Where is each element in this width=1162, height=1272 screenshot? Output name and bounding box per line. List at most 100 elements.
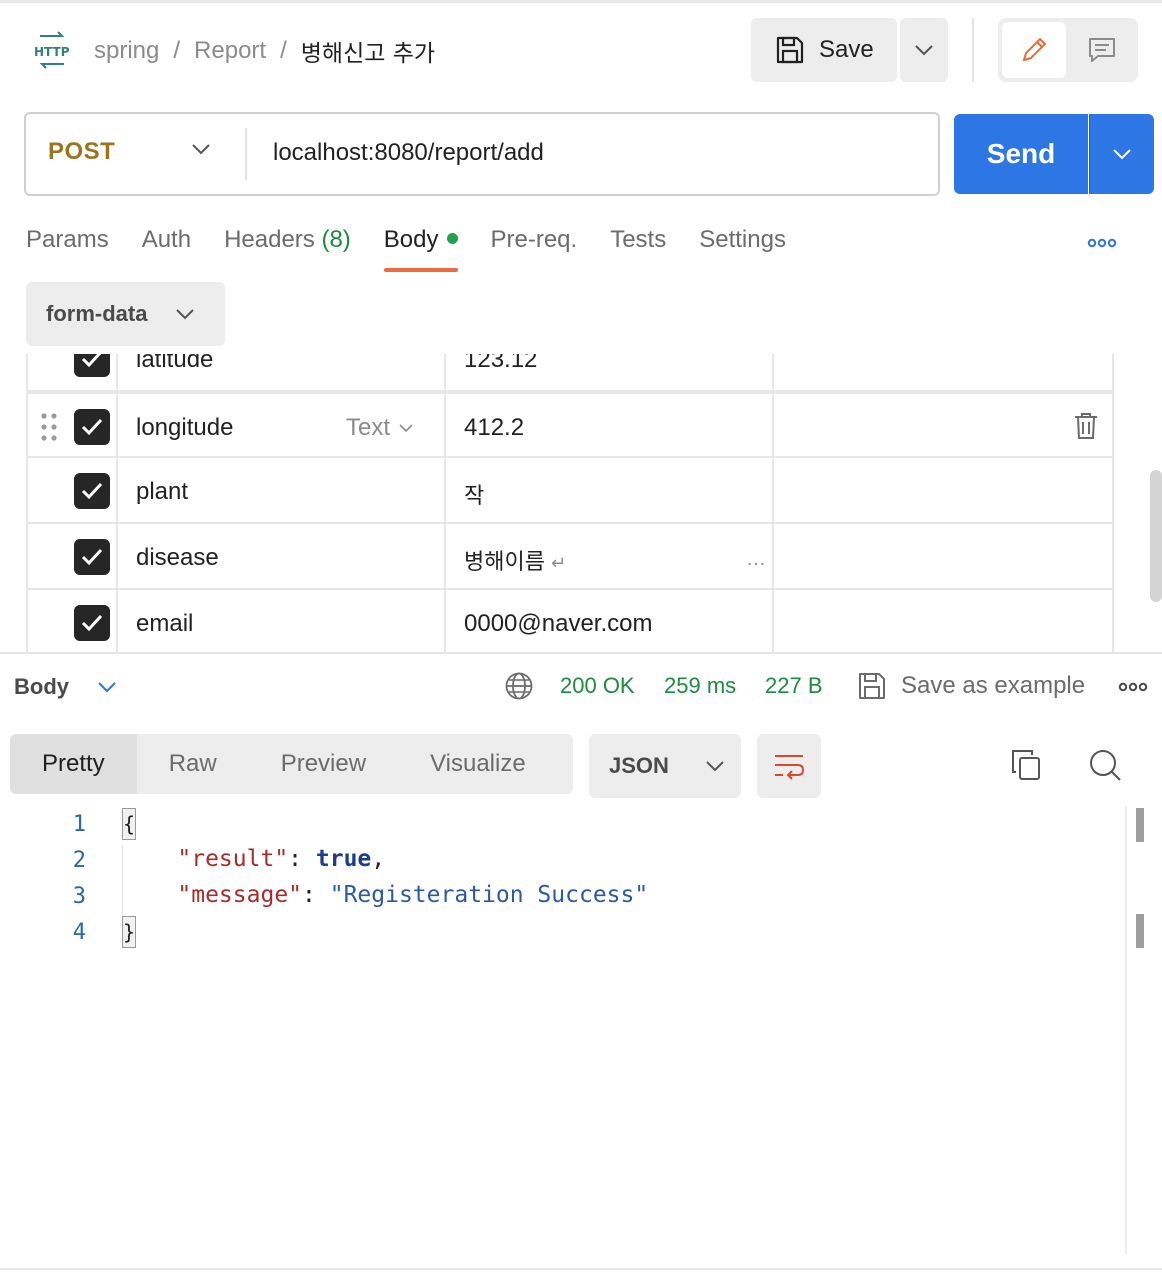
row-description[interactable] <box>774 354 1114 390</box>
tab-pretty[interactable]: Pretty <box>10 734 137 794</box>
row-value[interactable]: 작 <box>464 478 484 510</box>
json-value: "Registeration Success" <box>329 882 649 908</box>
floppy-disk-icon <box>859 673 885 699</box>
tab-body[interactable]: Body <box>383 226 458 272</box>
method-select[interactable]: POST <box>48 138 115 166</box>
tab-auth[interactable]: Auth <box>142 226 191 272</box>
row-value-text: 병해이름 <box>464 550 545 575</box>
table-row: disease 병해이름 ↵ … <box>26 524 1114 590</box>
json-value: true <box>315 846 372 872</box>
http-request-icon: HTTP <box>32 30 72 70</box>
row-type-select[interactable]: Text <box>346 414 414 442</box>
row-checkbox[interactable] <box>74 354 110 377</box>
row-checkbox[interactable] <box>74 409 110 445</box>
globe-icon[interactable] <box>504 671 534 706</box>
breadcrumb-folder[interactable]: Report <box>194 37 266 65</box>
code-line[interactable]: { <box>122 808 136 840</box>
row-checkbox[interactable] <box>74 605 110 641</box>
tab-headers-label: Headers <box>224 226 315 253</box>
row-key[interactable]: email <box>136 610 193 638</box>
save-button[interactable]: Save <box>751 18 897 82</box>
send-button[interactable]: Send <box>954 114 1088 194</box>
chevron-down-icon <box>1113 149 1131 160</box>
edit-mode-button[interactable] <box>1002 22 1066 78</box>
breadcrumb: spring / Report / 병해신고 추가 <box>94 34 435 68</box>
tab-visualize[interactable]: Visualize <box>398 734 558 794</box>
tab-raw[interactable]: Raw <box>137 734 249 794</box>
tab-headers[interactable]: Headers (8) <box>224 226 351 272</box>
row-description[interactable] <box>774 524 1114 588</box>
tab-tests[interactable]: Tests <box>610 226 666 272</box>
status-code[interactable]: 200 OK <box>560 673 635 699</box>
code-scrollbar[interactable] <box>1125 806 1127 1254</box>
more-options-icon[interactable] <box>1118 680 1148 698</box>
top-border <box>0 0 1162 3</box>
line-number: 4 <box>72 920 86 945</box>
response-body-label: Body <box>14 674 69 699</box>
tab-prereq[interactable]: Pre-req. <box>491 226 578 272</box>
more-options-icon[interactable] <box>1087 236 1117 254</box>
save-as-example-button[interactable]: Save as example <box>857 671 1085 701</box>
drag-handle-icon[interactable] <box>40 412 58 447</box>
tab-settings[interactable]: Settings <box>699 226 786 272</box>
row-checkbox[interactable] <box>74 473 110 509</box>
pane-divider[interactable] <box>0 652 1162 654</box>
chevron-down-icon[interactable] <box>190 142 212 161</box>
json-key: "result" <box>177 846 289 872</box>
tab-body-label: Body <box>383 226 439 253</box>
format-select[interactable]: JSON <box>589 734 741 798</box>
search-icon[interactable] <box>1088 748 1122 787</box>
row-value[interactable]: 123.12 <box>464 354 537 374</box>
row-key[interactable]: disease <box>136 544 219 572</box>
code-line[interactable]: } <box>122 916 136 948</box>
matched-brace: } <box>122 916 136 948</box>
table-scrollbar[interactable] <box>1150 470 1162 602</box>
row-value[interactable]: 0000@naver.com <box>464 610 652 638</box>
row-value[interactable]: 412.2 <box>464 414 524 442</box>
breadcrumb-collection[interactable]: spring <box>94 37 159 65</box>
response-body-toggle[interactable]: Body <box>14 674 117 700</box>
chevron-down-icon <box>176 309 195 320</box>
chevron-down-icon <box>399 424 413 433</box>
row-type-label: Text <box>346 414 391 441</box>
word-wrap-icon <box>775 755 805 780</box>
format-label: JSON <box>609 753 669 778</box>
code-line[interactable]: "message": "Registeration Success" <box>122 882 648 908</box>
comment-icon <box>1089 38 1115 62</box>
comments-button[interactable] <box>1070 22 1134 78</box>
body-mode-select[interactable]: form-data <box>26 282 225 346</box>
scroll-marker <box>1136 914 1144 948</box>
row-description[interactable] <box>774 458 1114 522</box>
checkmark-icon <box>81 614 103 632</box>
breadcrumb-separator: / <box>280 37 287 64</box>
row-key[interactable]: plant <box>136 478 188 506</box>
tab-params[interactable]: Params <box>26 226 109 272</box>
send-options-button[interactable] <box>1089 114 1154 194</box>
wrap-lines-button[interactable] <box>757 734 821 798</box>
row-value[interactable]: 병해이름 ↵ <box>464 544 566 576</box>
row-key[interactable]: latitude <box>136 354 213 374</box>
row-key[interactable]: longitude <box>136 414 233 442</box>
expand-ellipsis-icon[interactable]: … <box>746 548 766 571</box>
response-size[interactable]: 227 B <box>765 673 823 699</box>
chevron-down-icon <box>706 761 724 772</box>
row-description[interactable] <box>774 590 1114 652</box>
chevron-down-icon <box>915 45 933 56</box>
tab-preview[interactable]: Preview <box>249 734 398 794</box>
svg-text:HTTP: HTTP <box>34 45 70 59</box>
trash-icon[interactable] <box>1074 412 1098 445</box>
url-input[interactable]: localhost:8080/report/add <box>273 139 544 167</box>
checkmark-icon <box>81 482 103 500</box>
save-options-button[interactable] <box>900 18 948 82</box>
save-label: Save <box>819 36 874 63</box>
copy-icon[interactable] <box>1010 748 1042 787</box>
checkmark-icon <box>81 418 103 436</box>
code-line[interactable]: "result": true, <box>122 846 385 872</box>
headers-count: (8) <box>321 226 351 253</box>
pencil-icon <box>1022 37 1047 62</box>
breadcrumb-request-name[interactable]: 병해신고 추가 <box>301 34 435 68</box>
newline-icon: ↵ <box>550 553 567 574</box>
row-checkbox[interactable] <box>74 539 110 575</box>
response-time[interactable]: 259 ms <box>664 673 736 699</box>
request-tabs: Params Auth Headers (8) Body Pre-req. Te… <box>26 226 819 272</box>
